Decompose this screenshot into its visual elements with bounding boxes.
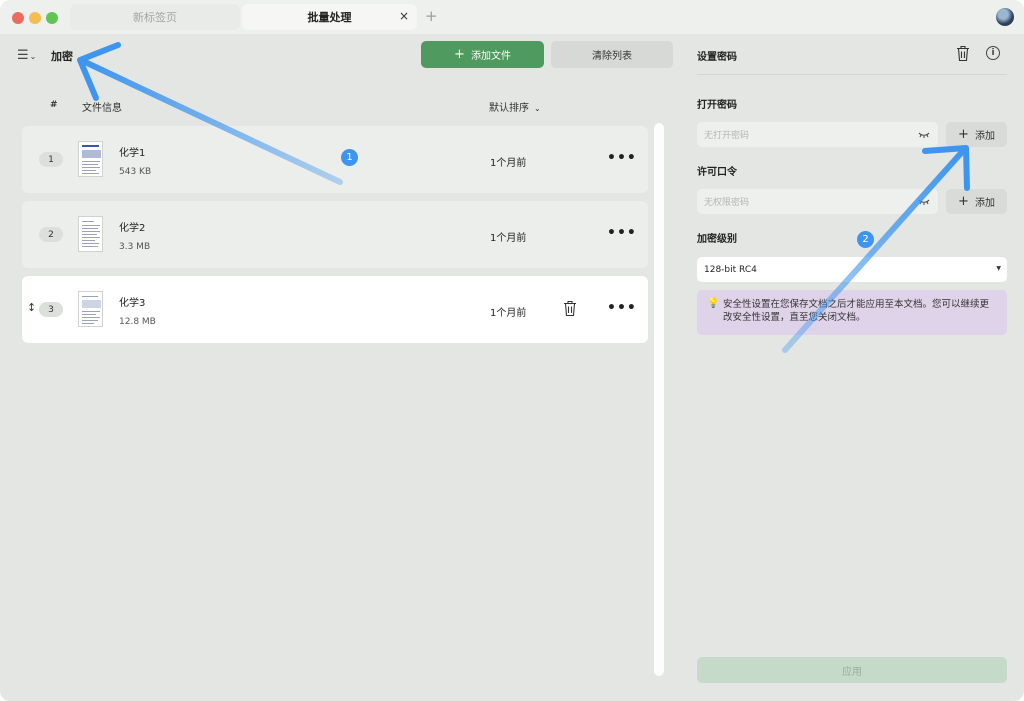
trash-icon[interactable] (956, 45, 970, 62)
file-name: 化学3 (119, 298, 146, 309)
more-options-icon[interactable]: ••• (607, 300, 637, 316)
plus-icon: + (454, 47, 465, 62)
add-permission-password-button[interactable]: + 添加 (946, 189, 1007, 214)
clear-list-label: 清除列表 (592, 51, 632, 62)
new-tab-icon[interactable]: + (425, 7, 438, 25)
tab-label: 新标签页 (133, 11, 177, 24)
menu-button[interactable]: ☰⌄ (17, 48, 36, 63)
zoom-window-button[interactable] (46, 12, 58, 24)
add-label: 添加 (974, 198, 995, 209)
file-list-panel: ☰⌄ 加密 + 添加文件 清除列表 # 文件信息 默认排序 ⌄ 1 化学1 54… (6, 36, 677, 696)
permission-password-placeholder: 无权限密码 (704, 198, 750, 208)
menu-icon: ☰ (17, 48, 29, 63)
file-thumbnail (78, 216, 103, 252)
eye-closed-icon[interactable] (918, 198, 930, 206)
add-file-label: 添加文件 (470, 51, 511, 62)
annotation-badge-1: 1 (341, 149, 358, 166)
eye-closed-icon[interactable] (918, 131, 930, 139)
more-options-icon[interactable]: ••• (607, 225, 637, 241)
tab-batch-process[interactable]: 批量处理 × (242, 4, 417, 30)
close-window-button[interactable] (12, 12, 24, 24)
file-index-badge: 3 (39, 302, 63, 317)
column-header-file-info: 文件信息 (82, 103, 122, 114)
chevron-down-icon: ⌄ (29, 52, 37, 61)
tab-new-tab[interactable]: 新标签页 (70, 4, 240, 30)
open-password-placeholder: 无打开密码 (704, 131, 750, 141)
plus-icon: + (958, 194, 969, 209)
panel-title: 设置密码 (697, 52, 737, 63)
file-index-badge: 2 (39, 227, 63, 242)
tab-close-icon[interactable]: × (399, 9, 409, 23)
minimize-window-button[interactable] (29, 12, 41, 24)
file-row[interactable]: 2 化学2 3.3 MB 1个月前 ••• (22, 201, 648, 268)
title-bar: 新标签页 批量处理 × + (0, 0, 1024, 34)
tab-label: 批量处理 (307, 11, 352, 24)
security-note: 💡 安全性设置在您保存文档之后才能应用至本文档。您可以继续更改安全性设置，直至您… (697, 290, 1007, 335)
drag-handle-icon[interactable]: ↕ (27, 301, 36, 314)
sort-dropdown[interactable]: 默认排序 ⌄ (489, 99, 541, 114)
apply-label: 应用 (842, 666, 862, 678)
permission-password-input[interactable]: 无权限密码 (697, 189, 938, 214)
file-name: 化学2 (119, 223, 146, 234)
encryption-level-select[interactable]: 128-bit RC4 ▼ (697, 257, 1007, 282)
file-date: 1个月前 (490, 308, 527, 319)
file-index-badge: 1 (39, 152, 63, 167)
apply-button[interactable]: 应用 (697, 657, 1007, 683)
page-title: 加密 (51, 50, 73, 63)
file-thumbnail (78, 141, 103, 177)
column-header-index: # (50, 100, 58, 110)
file-row[interactable]: 1 化学1 543 KB 1个月前 ••• (22, 126, 648, 193)
plus-icon: + (958, 127, 969, 142)
scrollbar[interactable] (654, 123, 664, 676)
app-window: 新标签页 批量处理 × + ☰⌄ 加密 + 添加文件 清除列表 # 文件信息 默… (0, 0, 1024, 701)
file-name: 化学1 (119, 148, 146, 159)
security-note-text: 安全性设置在您保存文档之后才能应用至本文档。您可以继续更改安全性设置，直至您关闭… (723, 299, 990, 323)
avatar[interactable] (996, 8, 1014, 26)
password-settings-panel: 设置密码 i 打开密码 无打开密码 + 添加 许可口令 无权限密码 + 添加 加… (683, 36, 1018, 696)
trash-icon[interactable] (563, 300, 577, 317)
file-size: 3.3 MB (119, 242, 151, 252)
file-size: 12.8 MB (119, 317, 156, 327)
more-options-icon[interactable]: ••• (607, 150, 637, 166)
chevron-down-icon: ⌄ (534, 104, 541, 113)
dropdown-arrow-icon: ▼ (996, 265, 1001, 272)
open-password-label: 打开密码 (697, 100, 737, 111)
add-label: 添加 (974, 131, 995, 142)
open-password-input[interactable]: 无打开密码 (697, 122, 938, 147)
encryption-level-label: 加密级别 (697, 234, 737, 245)
permission-password-label: 许可口令 (697, 167, 737, 178)
sort-label: 默认排序 (489, 103, 529, 114)
encryption-level-value: 128-bit RC4 (704, 264, 757, 275)
add-open-password-button[interactable]: + 添加 (946, 122, 1007, 147)
file-row[interactable]: ↕ 3 化学3 12.8 MB 1个月前 ••• (22, 276, 648, 343)
file-date: 1个月前 (490, 233, 527, 244)
info-icon[interactable]: i (986, 46, 1000, 60)
clear-list-button[interactable]: 清除列表 (551, 41, 673, 68)
annotation-badge-2: 2 (857, 231, 874, 248)
add-file-button[interactable]: + 添加文件 (421, 41, 544, 68)
file-size: 543 KB (119, 167, 152, 177)
file-thumbnail (78, 291, 103, 327)
lightbulb-icon: 💡 (707, 298, 720, 309)
divider (697, 74, 1007, 75)
file-date: 1个月前 (490, 158, 527, 169)
